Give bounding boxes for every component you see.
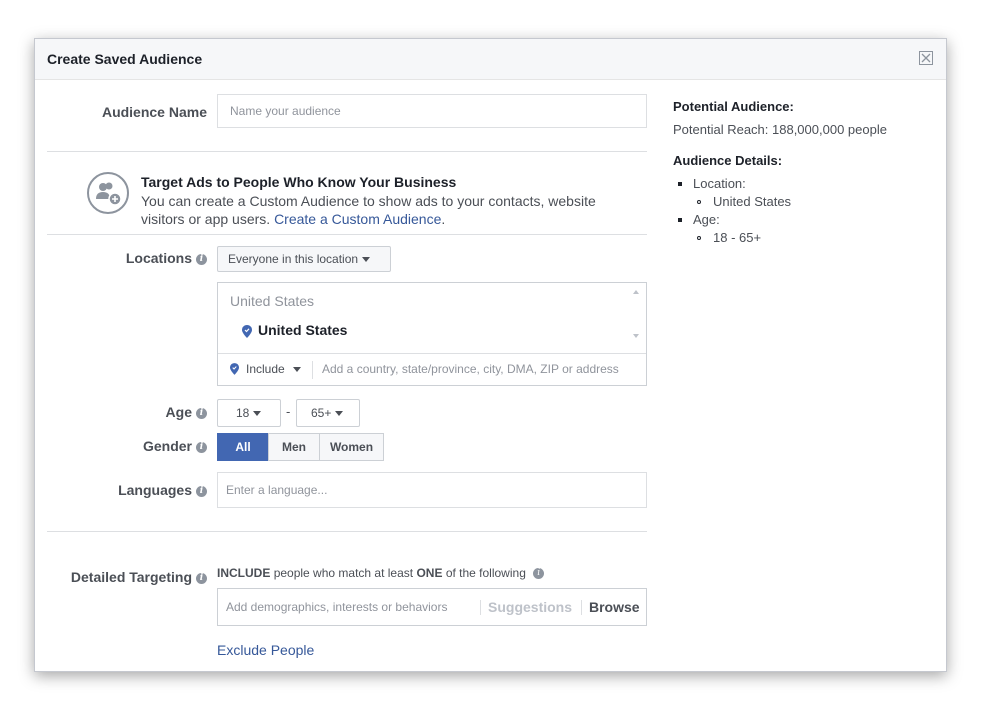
languages-label-text: Languages	[118, 482, 192, 498]
info-icon[interactable]: i	[196, 441, 207, 453]
custom-audience-suffix: .	[441, 211, 446, 227]
languages-label: Languages i	[75, 482, 207, 498]
chevron-down-icon	[362, 257, 371, 263]
scroll-down-arrow-icon[interactable]	[633, 334, 639, 338]
info-icon[interactable]: i	[196, 407, 207, 419]
bullet-square	[678, 182, 682, 186]
age-max-value: 65+	[311, 406, 332, 420]
dialog-title: Create Saved Audience	[47, 51, 203, 67]
location-list[interactable]: United States United States	[218, 283, 646, 353]
custom-audience-title: Target Ads to People Who Know Your Busin…	[141, 174, 457, 190]
gender-label: Gender i	[75, 438, 207, 454]
info-icon[interactable]: i	[533, 568, 545, 580]
gender-men-button[interactable]: Men	[268, 433, 320, 461]
include-dropdown[interactable]: Include	[246, 362, 301, 376]
potential-audience-title: Potential Audience:	[673, 99, 794, 114]
detailed-targeting-instruction: INCLUDE people who match at least ONE of…	[217, 566, 545, 580]
age-max-dropdown[interactable]: 65+	[296, 399, 360, 427]
dialog-header: Create Saved Audience	[35, 39, 946, 80]
age-separator: -	[286, 404, 291, 419]
locations-label-text: Locations	[125, 250, 192, 266]
location-search-input[interactable]: Add a country, state/province, city, DMA…	[322, 362, 619, 376]
one-keyword: ONE	[416, 566, 443, 580]
bullet-circle	[697, 236, 701, 240]
close-icon[interactable]	[919, 51, 933, 65]
age-min-dropdown[interactable]: 18	[217, 399, 281, 427]
divider	[47, 234, 647, 235]
age-label-text: Age	[165, 404, 192, 420]
info-icon[interactable]: i	[196, 253, 207, 265]
separator	[581, 600, 582, 615]
potential-reach: Potential Reach: 188,000,000 people	[673, 122, 887, 137]
location-pin-icon	[242, 325, 252, 338]
chevron-down-icon	[292, 367, 301, 373]
selected-location: United States	[258, 322, 348, 338]
bullet-circle	[697, 200, 701, 204]
chevron-down-icon	[335, 411, 344, 417]
scroll-up-arrow-icon[interactable]	[633, 290, 639, 294]
detailed-targeting-label-text: Detailed Targeting	[70, 569, 192, 585]
include-keyword: INCLUDE	[217, 566, 271, 580]
audience-name-label: Audience Name	[101, 104, 207, 120]
info-icon[interactable]: i	[196, 485, 207, 497]
create-saved-audience-dialog: Create Saved Audience Audience Name Name…	[34, 38, 947, 672]
add-people-icon	[87, 172, 129, 214]
languages-input[interactable]: Enter a language...	[217, 472, 647, 508]
location-input-row: Include Add a country, state/province, c…	[218, 353, 646, 386]
bullet-square	[678, 218, 682, 222]
age-min-value: 18	[236, 406, 250, 420]
instruction-text: people who match at least	[273, 566, 414, 580]
detail-location-label: Location:	[693, 176, 746, 191]
detail-location-value: United States	[713, 194, 792, 209]
detail-age-value: 18 - 65+	[713, 230, 762, 245]
location-type-dropdown[interactable]: Everyone in this location	[217, 246, 391, 272]
audience-details-title: Audience Details:	[673, 153, 783, 168]
exclude-people-link[interactable]: Exclude People	[217, 642, 314, 658]
separator	[480, 600, 481, 615]
include-value: Include	[246, 362, 285, 376]
instruction-end: of the following	[445, 566, 526, 580]
suggestions-button[interactable]: Suggestions	[488, 599, 572, 615]
detail-age-label: Age:	[693, 212, 720, 227]
detailed-targeting-box: Add demographics, interests or behaviors…	[217, 588, 647, 626]
custom-audience-description: You can create a Custom Audience to show…	[141, 192, 601, 228]
location-type-value: Everyone in this location	[228, 252, 359, 266]
gender-all-button[interactable]: All	[217, 433, 269, 461]
location-pin-icon	[230, 363, 239, 375]
create-custom-audience-link[interactable]: Create a Custom Audience	[274, 211, 441, 227]
location-group-header: United States	[230, 293, 315, 309]
divider	[47, 531, 647, 532]
info-icon[interactable]: i	[196, 572, 207, 584]
location-box: United States United States Include Add …	[217, 282, 647, 386]
audience-name-input[interactable]: Name your audience	[217, 94, 647, 128]
browse-button[interactable]: Browse	[589, 599, 640, 615]
gender-label-text: Gender	[142, 438, 192, 454]
detailed-targeting-input[interactable]: Add demographics, interests or behaviors	[226, 600, 447, 614]
gender-women-button[interactable]: Women	[319, 433, 384, 461]
age-label: Age i	[75, 404, 207, 420]
detailed-targeting-label: Detailed Targeting i	[55, 569, 207, 585]
chevron-down-icon	[253, 411, 262, 417]
separator	[312, 361, 313, 379]
locations-label: Locations i	[75, 250, 207, 266]
divider	[47, 151, 647, 152]
